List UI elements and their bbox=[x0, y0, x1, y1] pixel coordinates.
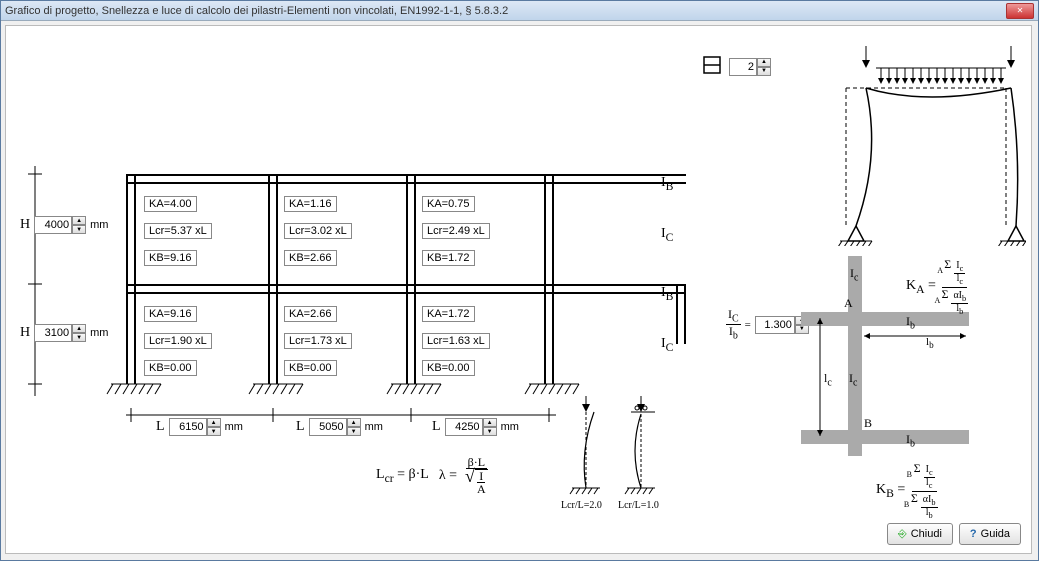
r1c3-kb: KB=1.72 bbox=[422, 250, 475, 266]
label-ib-mid: IB bbox=[661, 285, 673, 303]
r1c2-ka: KA=1.16 bbox=[284, 196, 337, 212]
help-icon: ? bbox=[970, 528, 977, 540]
h1-down[interactable]: ▼ bbox=[72, 225, 86, 234]
l1-down[interactable]: ▼ bbox=[207, 427, 221, 436]
l2-down[interactable]: ▼ bbox=[347, 427, 361, 436]
exit-icon: ⎆ bbox=[898, 528, 907, 541]
l3-up[interactable]: ▲ bbox=[483, 418, 497, 427]
h1-spinner[interactable]: ▲▼ bbox=[34, 216, 86, 234]
label-ic-top: IC bbox=[661, 226, 673, 244]
l-label-1: L bbox=[156, 419, 165, 435]
r1c3-ka: KA=0.75 bbox=[422, 196, 475, 212]
lcr-l-10: Lcr/L=1.0 bbox=[618, 500, 659, 511]
h-dim-line bbox=[26, 166, 44, 396]
r1c1-lcr: Lcr=5.37 xL bbox=[144, 223, 212, 239]
window-title: Grafico di progetto, Snellezza e luce di… bbox=[5, 5, 1006, 17]
t-ic-top: Ic bbox=[850, 266, 858, 283]
levels-spinner[interactable]: ▲ ▼ bbox=[729, 58, 771, 76]
r2c3-ka: KA=1.72 bbox=[422, 306, 475, 322]
r2c1-kb: KB=0.00 bbox=[144, 360, 197, 376]
label-ic-mid: IC bbox=[661, 336, 673, 354]
help-button[interactable]: ? Guida bbox=[959, 523, 1021, 545]
h1-up[interactable]: ▲ bbox=[72, 216, 86, 225]
titlebar: Grafico di progetto, Snellezza e luce di… bbox=[1, 1, 1038, 21]
l2-unit: mm bbox=[365, 421, 383, 433]
h-label-2: H bbox=[20, 325, 30, 341]
kb-formula: KB = BΣ Iclc BΣ αIblb bbox=[876, 462, 940, 520]
col-4 bbox=[544, 174, 554, 384]
l2-input[interactable] bbox=[309, 418, 347, 436]
l1-unit: mm bbox=[225, 421, 243, 433]
ic-tick bbox=[676, 286, 686, 344]
r1c3-lcr: Lcr=2.49 xL bbox=[422, 223, 490, 239]
l1-spinner[interactable]: ▲▼ bbox=[169, 418, 221, 436]
h2-up[interactable]: ▲ bbox=[72, 324, 86, 333]
h1-input[interactable] bbox=[34, 216, 72, 234]
h-label-1: H bbox=[20, 217, 30, 233]
h2-unit: mm bbox=[90, 327, 108, 339]
r1c1-kb: KB=9.16 bbox=[144, 250, 197, 266]
col-3 bbox=[406, 174, 416, 384]
levels-input[interactable] bbox=[729, 58, 757, 76]
levels-down[interactable]: ▼ bbox=[757, 67, 771, 76]
h1-unit: mm bbox=[90, 219, 108, 231]
ic-ib-input[interactable] bbox=[755, 316, 795, 334]
r2c1-lcr: Lcr=1.90 xL bbox=[144, 333, 212, 349]
l1-up[interactable]: ▲ bbox=[207, 418, 221, 427]
label-ib-top: IB bbox=[661, 175, 673, 193]
ka-formula: KA = AΣ Iclc AΣ αIblb bbox=[906, 258, 970, 316]
ic-ib-label: ICIb bbox=[726, 308, 741, 342]
h2-down[interactable]: ▼ bbox=[72, 333, 86, 342]
col-1 bbox=[126, 174, 136, 384]
r2c2-lcr: Lcr=1.73 xL bbox=[284, 333, 352, 349]
col-2 bbox=[268, 174, 278, 384]
window: Grafico di progetto, Snellezza e luce di… bbox=[0, 0, 1039, 561]
r2c2-kb: KB=0.00 bbox=[284, 360, 337, 376]
r1c2-kb: KB=2.66 bbox=[284, 250, 337, 266]
levels-icon bbox=[701, 54, 723, 79]
l3-unit: mm bbox=[501, 421, 519, 433]
content-area: ▲ ▼ bbox=[5, 25, 1032, 554]
buckling-modes bbox=[566, 396, 676, 516]
l3-spinner[interactable]: ▲▼ bbox=[445, 418, 497, 436]
levels-up[interactable]: ▲ bbox=[757, 58, 771, 67]
r2c1-ka: KA=9.16 bbox=[144, 306, 197, 322]
l-label-2: L bbox=[296, 419, 305, 435]
r1c1-ka: KA=4.00 bbox=[144, 196, 197, 212]
l3-input[interactable] bbox=[445, 418, 483, 436]
close-button[interactable]: ⎆ Chiudi bbox=[887, 523, 953, 545]
h2-spinner[interactable]: ▲▼ bbox=[34, 324, 86, 342]
t-A: A bbox=[844, 296, 853, 311]
r2c3-kb: KB=0.00 bbox=[422, 360, 475, 376]
l-label-3: L bbox=[432, 419, 441, 435]
sway-frame-diagram bbox=[826, 46, 1026, 246]
h2-input[interactable] bbox=[34, 324, 72, 342]
r2c3-lcr: Lcr=1.63 xL bbox=[422, 333, 490, 349]
r2c2-ka: KA=2.66 bbox=[284, 306, 337, 322]
l2-up[interactable]: ▲ bbox=[347, 418, 361, 427]
lcr-formula: Lcr = β·L λ = β·L √ IA bbox=[376, 456, 490, 495]
r1c2-lcr: Lcr=3.02 xL bbox=[284, 223, 352, 239]
t-dims bbox=[816, 318, 976, 448]
lcr-l-20: Lcr/L=2.0 bbox=[561, 500, 602, 511]
ic-ib-down[interactable]: ▼ bbox=[795, 325, 809, 334]
l3-down[interactable]: ▼ bbox=[483, 427, 497, 436]
window-close-button[interactable]: ✕ bbox=[1006, 3, 1034, 19]
l2-spinner[interactable]: ▲▼ bbox=[309, 418, 361, 436]
l1-input[interactable] bbox=[169, 418, 207, 436]
